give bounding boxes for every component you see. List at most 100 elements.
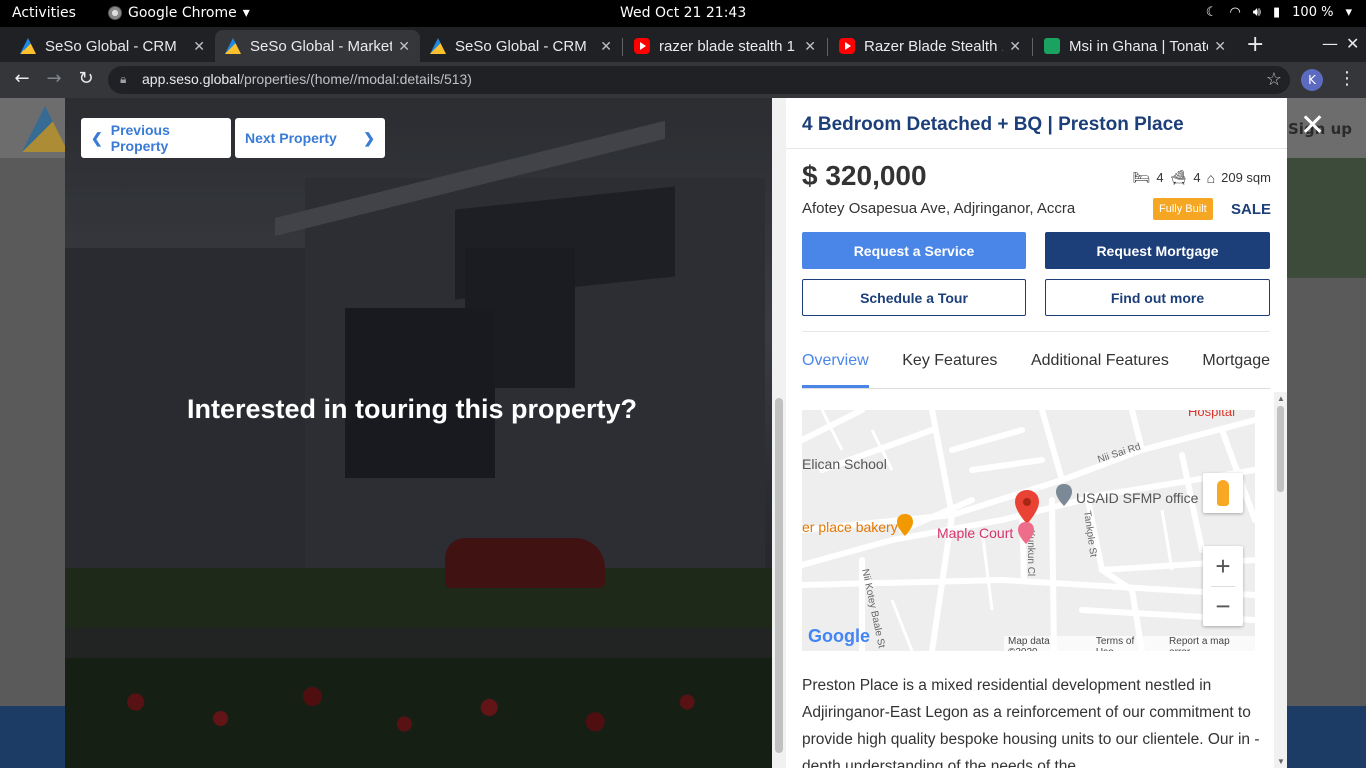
back-icon[interactable]: ← (10, 68, 34, 89)
zoom-in-button[interactable]: + (1203, 546, 1243, 586)
restaurant-pin-icon[interactable] (897, 514, 913, 536)
overview-scrollbar[interactable]: ▲ ▼ (1274, 392, 1287, 768)
url-path: /properties/(home//modal:details/513) (240, 71, 472, 87)
tab-title: razer blade stealth 1 (659, 37, 795, 55)
map-label-bakery: er place bakery (802, 519, 898, 535)
close-icon[interactable]: ✕ (1214, 38, 1226, 55)
next-property-button[interactable]: Next Property ❯ (235, 118, 385, 158)
map-zoom-control: + − (1203, 546, 1243, 626)
battery-icon: ▮ (1273, 5, 1281, 20)
system-top-bar: Activities Google Chrome ▾ Wed Oct 21 21… (0, 0, 1366, 27)
bookmark-star-icon[interactable]: ☆ (1266, 69, 1282, 90)
chrome-menu-icon[interactable]: ⋮ (1338, 68, 1356, 89)
scroll-up-icon[interactable]: ▲ (1277, 394, 1285, 403)
tab-seso-crm-1[interactable]: SeSo Global - CRM ✕ (10, 30, 215, 62)
map-label-hospital: Hospital (1188, 410, 1235, 419)
close-icon[interactable]: ✕ (804, 38, 816, 55)
map-label-school: Elican School (802, 456, 887, 472)
activities-button[interactable]: Activities (12, 5, 76, 21)
property-specs: 🛏︎ 4 🛁︎ 4 ⌂ 209 sqm (1133, 169, 1271, 186)
previous-property-button[interactable]: ❮ Previous Property (81, 118, 231, 158)
property-map[interactable]: Hospital Elican School Nii Sai Rd USAID … (802, 410, 1255, 651)
address-bar[interactable]: 🔒︎ app.seso.global/properties/(home//mod… (108, 66, 1290, 94)
battery-level: 100 % (1292, 5, 1334, 20)
map-data-text: Map data ©2020 (1008, 636, 1050, 651)
close-modal-icon[interactable]: ✕ (1300, 108, 1325, 143)
map-attribution: Map data ©2020 Terms of Use Report a map… (1004, 636, 1255, 651)
tab-title: Msi in Ghana | Tonaton (1069, 37, 1209, 55)
close-window-icon[interactable]: ✕ (1346, 34, 1359, 53)
scrollbar-thumb[interactable] (1277, 406, 1284, 492)
tab-seso-crm-2[interactable]: SeSo Global - CRM ✕ (420, 30, 622, 62)
zoom-out-button[interactable]: − (1203, 586, 1243, 626)
tonaton-icon (1044, 38, 1060, 54)
clock[interactable]: Wed Oct 21 21:43 (620, 5, 746, 21)
seso-icon (225, 38, 241, 54)
reload-icon[interactable]: ↻ (74, 68, 98, 89)
schedule-tour-button[interactable]: Schedule a Tour (802, 279, 1026, 316)
request-service-button[interactable]: Request a Service (802, 232, 1026, 269)
seso-icon (430, 38, 446, 54)
area-icon: ⌂ (1206, 169, 1216, 186)
close-icon[interactable]: ✕ (398, 38, 410, 55)
area-size: 209 sqm (1221, 170, 1271, 185)
property-photo[interactable]: Interested in touring this property? ❮ P… (65, 98, 772, 768)
close-icon[interactable]: ✕ (1009, 38, 1021, 55)
modal-scrollbar[interactable] (772, 98, 786, 768)
background-image-strip (1287, 158, 1366, 278)
google-logo: Google (808, 626, 870, 646)
close-icon[interactable]: ✕ (193, 38, 205, 55)
tab-tonaton[interactable]: Msi in Ghana | Tonaton ✕ (1034, 30, 1236, 62)
profile-avatar[interactable]: K (1301, 69, 1323, 91)
tour-prompt: Interested in touring this property? (187, 394, 638, 424)
forward-icon[interactable]: → (42, 68, 66, 89)
location-pin-icon[interactable] (1015, 490, 1039, 524)
tab-separator (622, 38, 623, 56)
map-label-maple-court: Maple Court (937, 525, 1014, 541)
tab-key-features[interactable]: Key Features (902, 352, 997, 388)
chrome-icon (108, 6, 122, 20)
property-address: Afotey Osapesua Ave, Adjringanor, Accra (802, 200, 1076, 217)
chevron-right-icon: ❯ (363, 129, 375, 146)
system-tray[interactable]: ☾ ◠ 🔊︎ ▮ 100 % ▾ (1206, 5, 1352, 20)
scroll-down-icon[interactable]: ▼ (1277, 757, 1285, 766)
tab-seso-marketplace[interactable]: SeSo Global - Marketplace ✕ (215, 30, 420, 62)
bath-icon: 🛁︎ (1169, 169, 1188, 185)
terms-of-use-link[interactable]: Terms of Use (1096, 636, 1153, 651)
tab-title: Razer Blade Stealth 1 (864, 37, 1004, 55)
new-tab-button[interactable]: + (1246, 32, 1264, 57)
detail-tabs: Overview Key Features Additional Feature… (802, 352, 1270, 389)
youtube-icon (634, 38, 650, 54)
youtube-icon (839, 38, 855, 54)
chevron-down-icon: ▾ (242, 5, 250, 21)
tab-youtube-2[interactable]: Razer Blade Stealth 1 ✕ (829, 30, 1031, 62)
divider (786, 148, 1287, 149)
tab-youtube-1[interactable]: razer blade stealth 1 ✕ (624, 30, 826, 62)
tab-separator (827, 38, 828, 56)
app-menu[interactable]: Google Chrome ▾ (108, 5, 250, 21)
place-pin-icon[interactable] (1056, 484, 1072, 506)
street-view-pegman-icon[interactable] (1203, 473, 1243, 513)
minimize-icon[interactable]: — (1322, 34, 1338, 53)
browser-toolbar: ← → ↻ 🔒︎ app.seso.global/properties/(hom… (0, 62, 1366, 98)
find-out-more-button[interactable]: Find out more (1045, 279, 1270, 316)
next-property-label: Next Property (245, 130, 337, 146)
tab-overview[interactable]: Overview (802, 352, 869, 388)
browser-tab-strip: SeSo Global - CRM ✕ SeSo Global - Market… (0, 27, 1366, 62)
listing-type: SALE (1230, 201, 1271, 218)
seso-icon (20, 38, 36, 54)
request-mortgage-button[interactable]: Request Mortgage (1045, 232, 1270, 269)
chevron-left-icon: ❮ (91, 129, 103, 146)
app-name: Google Chrome (128, 5, 237, 21)
bed-icon: 🛏︎ (1132, 169, 1151, 185)
tab-title: SeSo Global - CRM (455, 37, 587, 55)
url-host: app.seso.global (142, 71, 241, 87)
scrollbar-thumb[interactable] (775, 398, 783, 753)
property-description: Preston Place is a mixed residential dev… (802, 677, 1260, 768)
close-icon[interactable]: ✕ (600, 38, 612, 55)
report-map-error-link[interactable]: Report a map error (1169, 636, 1251, 651)
property-price: $ 320,000 (802, 160, 927, 191)
hotel-pin-icon[interactable] (1018, 522, 1034, 544)
tab-additional-features[interactable]: Additional Features (1031, 352, 1169, 388)
tab-mortgage[interactable]: Mortgage (1202, 352, 1270, 388)
